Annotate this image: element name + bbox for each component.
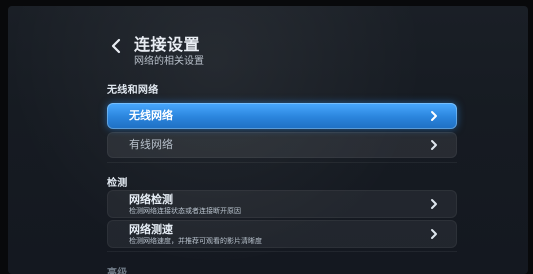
page-subtitle: 网络的相关设置: [134, 56, 204, 67]
network-speed-text: 网络测速 检测网络速度，并推荐可观看的影片清晰度: [129, 222, 262, 245]
section-divider: [107, 251, 457, 252]
chevron-right-icon: [429, 198, 439, 210]
network-check-label: 网络检测: [129, 192, 173, 206]
section-advanced: 高级: [107, 268, 128, 274]
page-header: 连接设置 网络的相关设置: [108, 36, 204, 68]
network-check-description: 检测网络连接状态或者连接断开原因: [129, 206, 241, 215]
page-title: 连接设置: [134, 35, 201, 54]
chevron-right-icon: [429, 110, 439, 122]
wired-network-label: 有线网络: [129, 138, 173, 151]
network-speed-description: 检测网络速度，并推荐可观看的影片清晰度: [129, 236, 262, 245]
chevron-right-icon: [429, 139, 439, 151]
settings-screen: 连接设置 网络的相关设置 无线和网络 无线网络 有线网络 检测 网络检测 检测网…: [8, 6, 528, 274]
chevron-right-icon: [429, 228, 439, 240]
network-check-item[interactable]: 网络检测 检测网络连接状态或者连接断开原因: [107, 190, 457, 218]
chevron-left-icon[interactable]: [108, 38, 124, 54]
title-group: 连接设置 网络的相关设置: [134, 36, 204, 68]
network-speed-item[interactable]: 网络测速 检测网络速度，并推荐可观看的影片清晰度: [107, 220, 457, 248]
network-speed-label: 网络测速: [129, 222, 173, 236]
wireless-network-label: 无线网络: [129, 109, 173, 122]
section-divider: [107, 162, 457, 163]
tv-frame: 连接设置 网络的相关设置 无线和网络 无线网络 有线网络 检测 网络检测 检测网…: [0, 0, 533, 274]
wireless-network-item[interactable]: 无线网络: [107, 103, 457, 129]
wired-network-item[interactable]: 有线网络: [107, 132, 457, 158]
section-wireless-networks: 无线和网络: [107, 85, 159, 96]
network-check-text: 网络检测 检测网络连接状态或者连接断开原因: [129, 192, 241, 215]
section-detection: 检测: [107, 178, 128, 189]
